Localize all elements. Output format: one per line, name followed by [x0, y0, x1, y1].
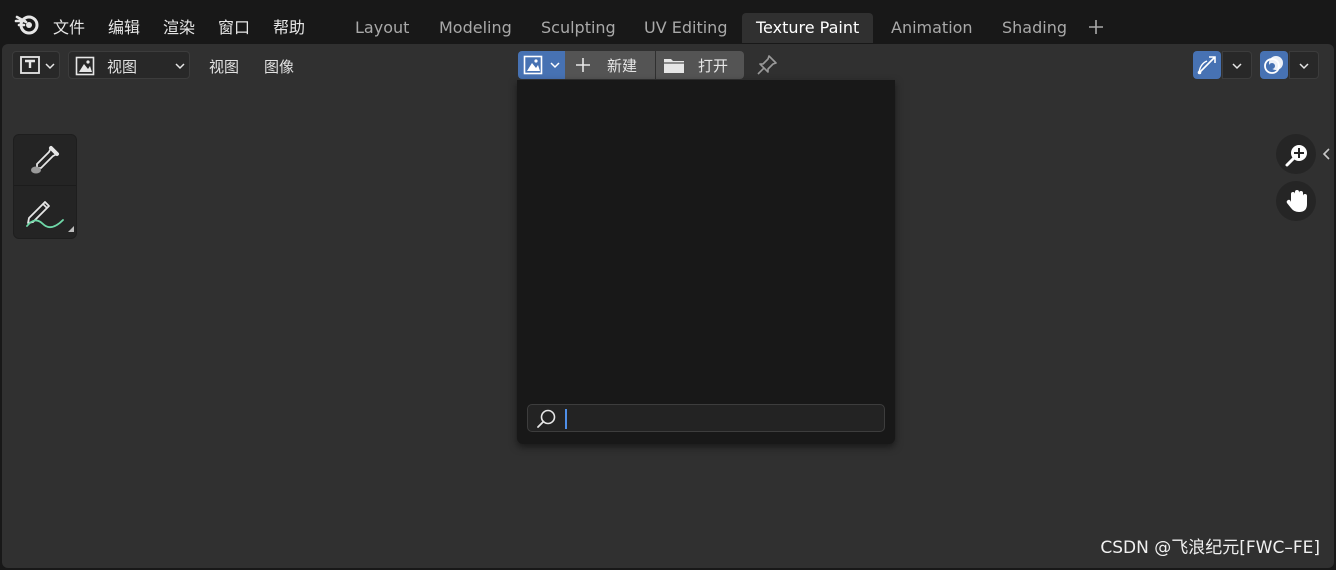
- menu-help[interactable]: 帮助: [273, 14, 305, 38]
- chevron-down-icon: [174, 58, 186, 77]
- hand-pan-icon: [1284, 188, 1310, 218]
- menu-view[interactable]: 视图: [209, 56, 239, 77]
- image-browse-icon: [523, 55, 543, 79]
- menu-render[interactable]: 渲染: [163, 14, 195, 38]
- open-image-label: 打开: [698, 57, 729, 75]
- annotate-pencil-icon: [25, 194, 65, 234]
- new-image-label: 新建: [607, 57, 638, 75]
- tool-panel: [13, 134, 77, 239]
- tab-texture-paint[interactable]: Texture Paint: [742, 13, 874, 43]
- gizmo-toggle-button[interactable]: [1193, 51, 1221, 79]
- folder-icon: [663, 55, 685, 79]
- zoom-button[interactable]: [1276, 134, 1316, 174]
- plus-icon: [575, 57, 591, 77]
- top-bar: 文件 编辑 渲染 窗口 帮助 Layout Modeling Sculpting…: [0, 0, 1336, 44]
- new-image-button[interactable]: 新建: [565, 51, 655, 79]
- image-browse-button[interactable]: [518, 51, 565, 79]
- tab-uv-editing[interactable]: UV Editing: [630, 13, 741, 43]
- search-input[interactable]: [564, 407, 880, 429]
- chevron-down-icon: [44, 58, 56, 77]
- watermark-text: CSDN @飞浪纪元[FWC–FE]: [1100, 538, 1320, 558]
- plus-icon[interactable]: [1088, 19, 1104, 35]
- open-image-button[interactable]: 打开: [656, 51, 744, 79]
- mode-selector[interactable]: 视图: [68, 51, 190, 79]
- overlay-icon: [1263, 54, 1285, 80]
- image-icon: [75, 56, 95, 80]
- overlay-dropdown[interactable]: [1289, 51, 1319, 79]
- tool-variants-corner-icon: [68, 217, 74, 236]
- editor-type-button[interactable]: [12, 51, 60, 79]
- menu-window[interactable]: 窗口: [218, 14, 250, 38]
- tab-layout[interactable]: Layout: [341, 13, 423, 43]
- tab-shading[interactable]: Shading: [988, 13, 1081, 43]
- menu-edit[interactable]: 编辑: [108, 14, 140, 38]
- chevron-down-icon: [1231, 58, 1243, 77]
- zoom-icon: [1284, 142, 1310, 172]
- annotate-tool-button[interactable]: [14, 186, 76, 238]
- search-icon: [535, 408, 557, 434]
- tab-modeling[interactable]: Modeling: [425, 13, 526, 43]
- blender-logo-icon[interactable]: [14, 12, 40, 36]
- mode-selector-value: 视图: [107, 58, 138, 76]
- text-cursor: [565, 409, 567, 429]
- gizmo-dropdown[interactable]: [1222, 51, 1252, 79]
- menu-image[interactable]: 图像: [264, 56, 294, 77]
- overlay-toggle-button[interactable]: [1260, 51, 1288, 79]
- sample-tool-button[interactable]: [14, 135, 76, 186]
- chevron-down-icon: [549, 57, 561, 76]
- chevron-down-icon: [1298, 58, 1310, 77]
- pan-button[interactable]: [1276, 181, 1316, 221]
- tab-animation[interactable]: Animation: [877, 13, 987, 43]
- eyedropper-icon: [29, 144, 61, 180]
- image-editor-icon: [19, 55, 41, 79]
- chevron-left-icon[interactable]: [1320, 146, 1332, 162]
- menu-file[interactable]: 文件: [53, 14, 85, 38]
- pin-icon[interactable]: [755, 53, 779, 77]
- image-browse-popup: [517, 80, 895, 444]
- tab-sculpting[interactable]: Sculpting: [527, 13, 630, 43]
- search-field[interactable]: [527, 404, 885, 432]
- gizmo-icon: [1196, 54, 1218, 80]
